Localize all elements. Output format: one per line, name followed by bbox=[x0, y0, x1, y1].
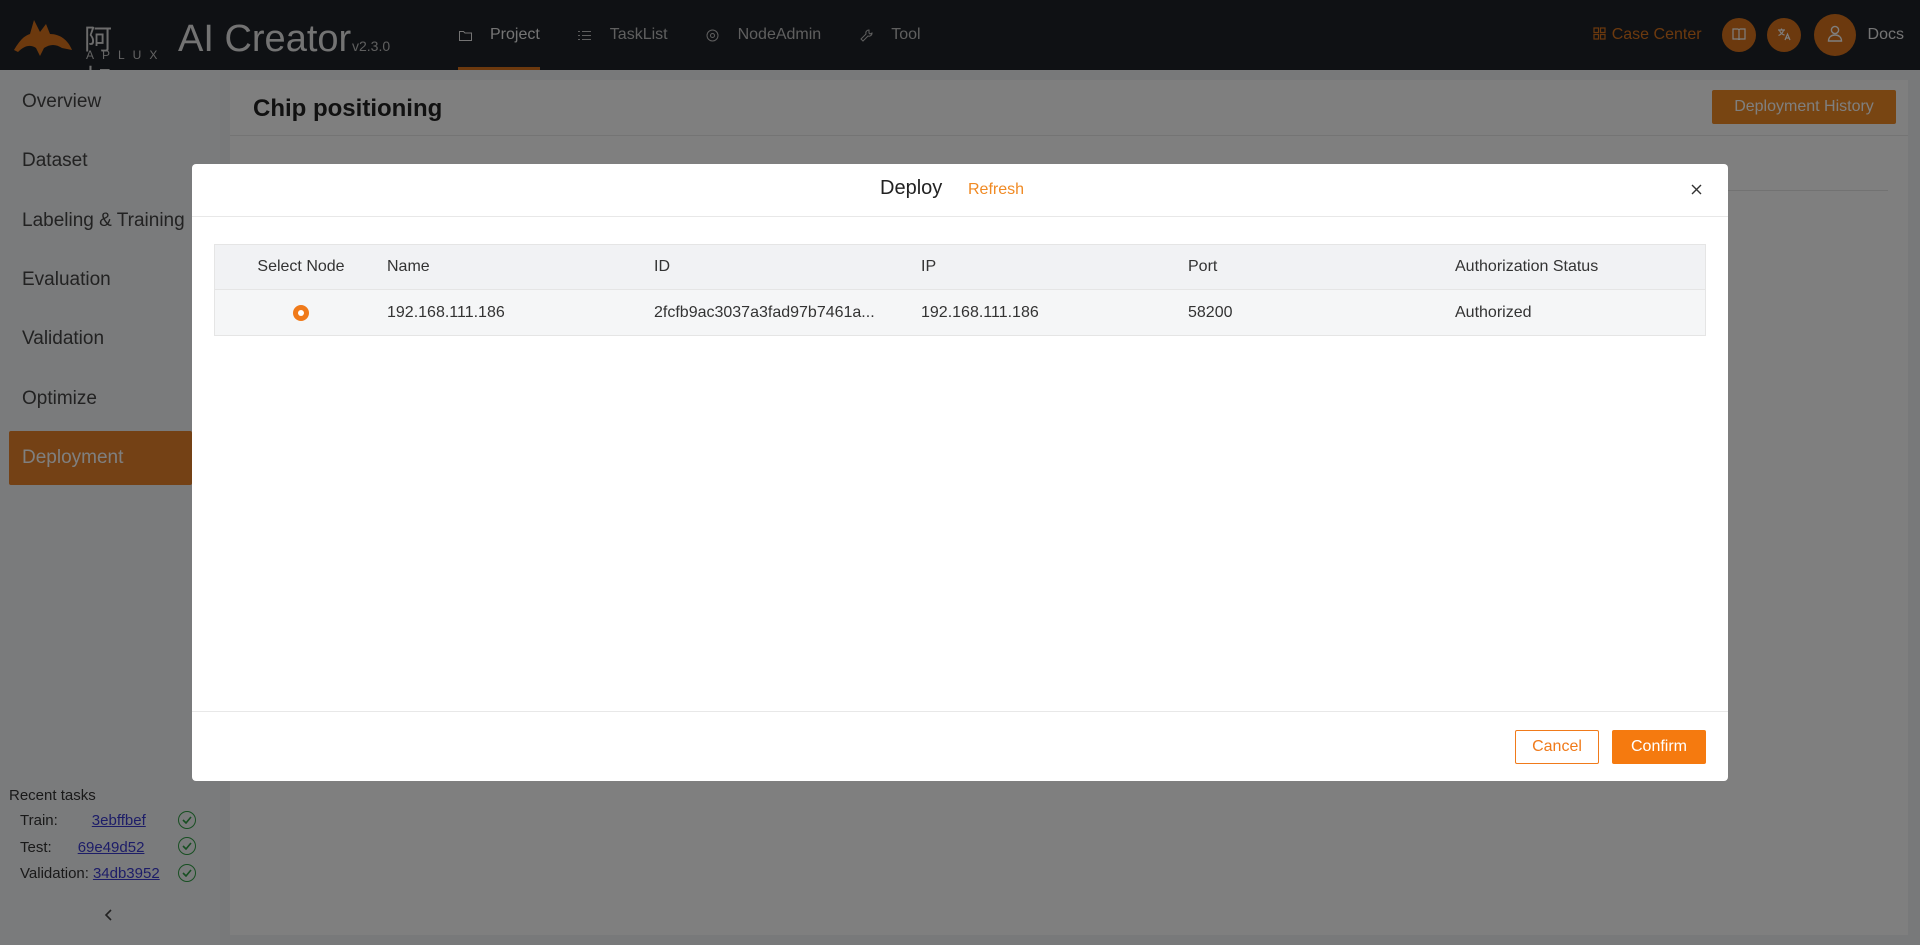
refresh-link[interactable]: Refresh bbox=[968, 181, 1024, 199]
node-name-cell: 192.168.111.186 bbox=[387, 303, 505, 321]
confirm-button[interactable]: Confirm bbox=[1612, 730, 1706, 764]
modal-header: Deploy Refresh bbox=[192, 164, 1728, 217]
column-header-ip: IP bbox=[921, 258, 937, 275]
column-header-name: Name bbox=[387, 258, 430, 275]
node-ip-cell: 192.168.111.186 bbox=[921, 303, 1039, 321]
table-header: Select Node Name ID IP Port Authorizatio… bbox=[215, 245, 1705, 290]
node-id-cell: 2fcfb9ac3037a3fad97b7461a... bbox=[654, 303, 875, 321]
column-header-authorization-status: Authorization Status bbox=[1455, 258, 1599, 275]
modal-title: Deploy bbox=[880, 177, 943, 199]
modal-footer: Cancel Confirm bbox=[192, 711, 1728, 781]
node-port-cell: 58200 bbox=[1188, 303, 1233, 321]
cancel-button[interactable]: Cancel bbox=[1515, 730, 1599, 764]
table-row[interactable]: 192.168.111.186 2fcfb9ac3037a3fad97b7461… bbox=[215, 290, 1705, 335]
node-radio-selected[interactable] bbox=[293, 304, 309, 321]
node-authorization-status-cell: Authorized bbox=[1455, 303, 1532, 321]
column-header-select-node: Select Node bbox=[257, 258, 345, 275]
deploy-modal: Deploy Refresh Select Node Name ID IP Po… bbox=[192, 164, 1728, 781]
select-node-cell bbox=[215, 304, 387, 321]
column-header-id: ID bbox=[654, 258, 670, 275]
node-table: Select Node Name ID IP Port Authorizatio… bbox=[214, 244, 1706, 336]
column-header-port: Port bbox=[1188, 258, 1218, 275]
close-icon[interactable] bbox=[1686, 178, 1706, 200]
